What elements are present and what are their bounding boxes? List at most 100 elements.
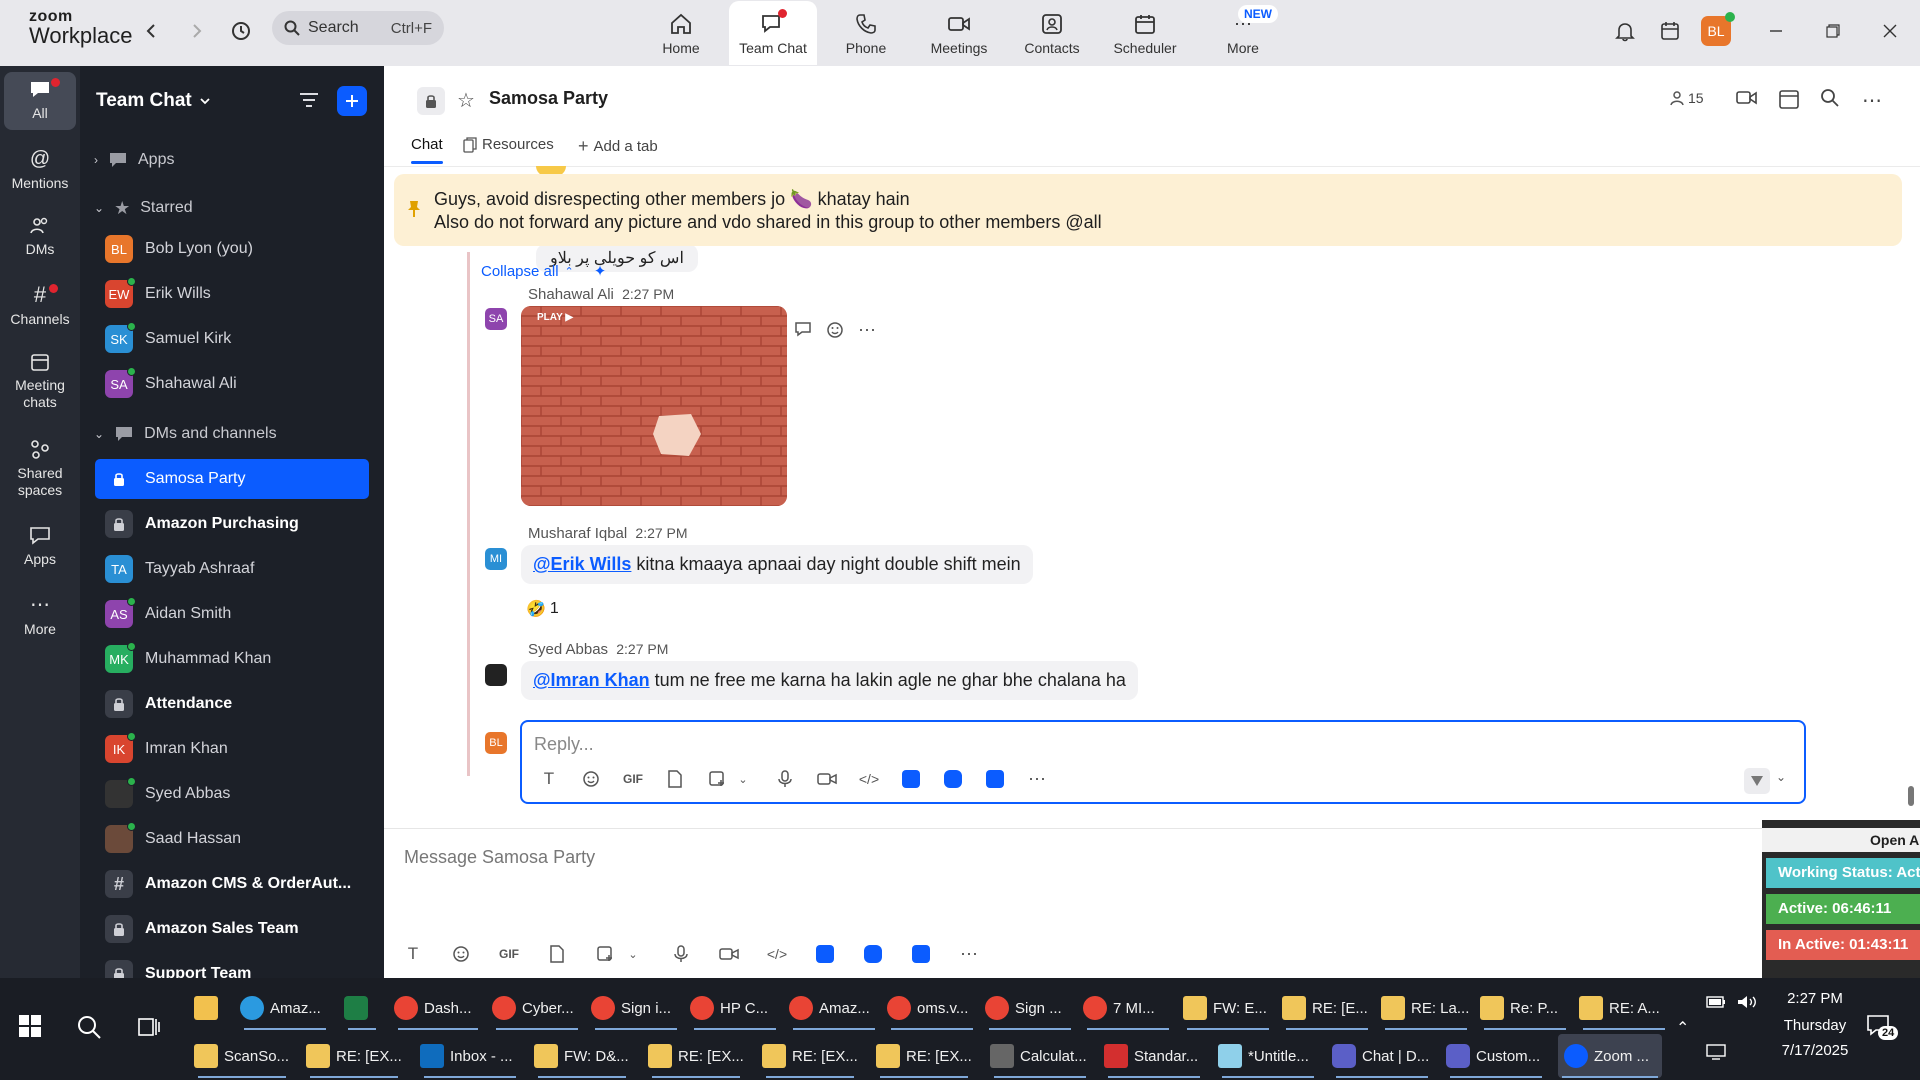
sidebar-item-erik-wills[interactable]: EW Erik Wills xyxy=(95,274,369,314)
app-icon-3[interactable] xyxy=(984,768,1006,790)
taskbar-mail-11[interactable]: RE: [EX... xyxy=(876,1034,972,1078)
taskbar-chrome-2[interactable]: Cyber... xyxy=(492,986,582,1030)
calendar-icon[interactable] xyxy=(1778,88,1800,110)
video-message-icon[interactable] xyxy=(816,768,838,790)
windows-start-icon[interactable] xyxy=(18,1014,42,1038)
sidebar-item-attendance[interactable]: Attendance xyxy=(95,684,369,724)
sidebar-item-syed-abbas[interactable]: Syed Abbas xyxy=(95,774,369,814)
scrollbar[interactable] xyxy=(1908,786,1914,806)
pinned-message[interactable]: Guys, avoid disrespecting other members … xyxy=(394,174,1902,246)
taskbar-mail-3[interactable]: RE: La... xyxy=(1381,986,1471,1030)
reply-thread-icon[interactable] xyxy=(794,320,814,341)
app-icon-1[interactable] xyxy=(814,943,836,965)
tab-home[interactable]: Home xyxy=(637,1,725,65)
mention-link[interactable]: @Imran Khan xyxy=(533,670,650,690)
text-format-icon[interactable]: T xyxy=(538,768,560,790)
app-icon-2[interactable] xyxy=(942,768,964,790)
reaction-chip[interactable]: 🤣 1 xyxy=(526,599,559,619)
section-apps[interactable]: › Apps xyxy=(94,148,174,172)
app-icon-3[interactable] xyxy=(910,943,932,965)
sidebar-item-amazon-sales-team[interactable]: Amazon Sales Team xyxy=(95,909,369,949)
chevron-up-icon[interactable]: ⌃ xyxy=(1676,1018,1689,1038)
tab-add[interactable]: + Add a tab xyxy=(578,136,658,157)
sidebar-item-samosa-party[interactable]: Samosa Party xyxy=(95,459,369,499)
more-options-icon[interactable]: ⋯ xyxy=(858,320,876,341)
rail-mentions[interactable]: @ Mentions xyxy=(4,148,76,192)
filter-icon[interactable] xyxy=(298,90,320,110)
taskbar-excel[interactable] xyxy=(344,986,380,1030)
sidebar-item-imran-khan[interactable]: IK Imran Khan xyxy=(95,729,369,769)
taskbar-zoom[interactable]: Zoom ... xyxy=(1558,1034,1662,1078)
microphone-icon[interactable] xyxy=(774,768,796,790)
chevron-down-icon[interactable]: ⌄ xyxy=(1776,770,1786,784)
tab-resources[interactable]: Resources xyxy=(463,136,554,153)
star-outline-icon[interactable]: ☆ xyxy=(457,88,475,113)
message-composer[interactable]: Message Samosa Party T GIF ⌄ </> ⋯ xyxy=(384,828,1920,978)
tab-meetings[interactable]: Meetings xyxy=(915,1,1003,65)
minimize-icon[interactable] xyxy=(1761,16,1791,46)
notification-center-icon[interactable]: 24 xyxy=(1866,1014,1899,1040)
rail-more[interactable]: ⋯ More xyxy=(4,594,76,638)
app-icon-1[interactable] xyxy=(900,768,922,790)
microphone-icon[interactable] xyxy=(670,943,692,965)
history-icon[interactable] xyxy=(224,14,258,48)
new-chat-button[interactable] xyxy=(337,86,367,116)
more-options-icon[interactable]: ⋯ xyxy=(958,943,980,965)
battery-icon[interactable] xyxy=(1706,996,1726,1008)
reply-input[interactable]: Reply... T GIF ⌄ </> ⋯ ⌄ xyxy=(520,720,1806,804)
tab-chat[interactable]: Chat xyxy=(411,136,443,164)
file-icon[interactable] xyxy=(546,943,568,965)
open-app-button[interactable]: Open A xyxy=(1762,828,1920,852)
taskbar-chrome-7[interactable]: Sign ... xyxy=(985,986,1075,1030)
rail-channels[interactable]: # Channels xyxy=(4,284,76,328)
emoji-icon[interactable] xyxy=(580,768,602,790)
collapse-all-link[interactable]: Collapse all ⌃ ✦ xyxy=(481,262,606,281)
profile-avatar[interactable]: BL xyxy=(1699,12,1735,48)
code-icon[interactable]: </> xyxy=(766,943,788,965)
sidebar-item-aidan-smith[interactable]: AS Aidan Smith xyxy=(95,594,369,634)
sidebar-item-bob-lyon[interactable]: BL Bob Lyon (you) xyxy=(95,229,369,269)
taskbar-clock[interactable]: 2:27 PM Thursday 7/17/2025 xyxy=(1770,990,1860,1059)
close-icon[interactable] xyxy=(1875,16,1905,46)
video-message-icon[interactable] xyxy=(718,943,740,965)
network-icon[interactable] xyxy=(1706,1044,1728,1060)
more-options-icon[interactable]: ⋯ xyxy=(1026,768,1048,790)
chevron-down-icon[interactable]: ⌄ xyxy=(622,943,644,965)
tab-phone[interactable]: Phone xyxy=(822,1,910,65)
forward-arrow-icon[interactable] xyxy=(179,14,213,48)
rail-apps[interactable]: Apps xyxy=(4,526,76,568)
sidebar-item-tayyab-ashraaf[interactable]: TA Tayyab Ashraaf xyxy=(95,549,369,589)
taskbar-chrome-3[interactable]: Sign i... xyxy=(591,986,681,1030)
search-input[interactable]: Search Ctrl+F xyxy=(272,11,444,45)
taskbar-mail-6[interactable]: ScanSo... xyxy=(194,1034,290,1078)
chevron-down-icon[interactable]: ⌄ xyxy=(732,768,754,790)
taskbar-mail-8[interactable]: FW: D&... xyxy=(534,1034,630,1078)
taskbar-chrome-8[interactable]: 7 MI... xyxy=(1083,986,1173,1030)
sidebar-item-support-team[interactable]: Support Team xyxy=(95,954,369,978)
taskbar-mail-4[interactable]: Re: P... xyxy=(1480,986,1570,1030)
rail-dms[interactable]: DMs xyxy=(4,216,76,258)
volume-icon[interactable] xyxy=(1736,994,1758,1010)
task-view-icon[interactable] xyxy=(137,1016,161,1038)
taskbar-pdf[interactable]: Standar... xyxy=(1104,1034,1204,1078)
app-icon-2[interactable] xyxy=(862,943,884,965)
taskbar-outlook[interactable]: Inbox - ... xyxy=(420,1034,520,1078)
taskbar-teams-2[interactable]: Custom... xyxy=(1446,1034,1546,1078)
restore-icon[interactable] xyxy=(1818,16,1848,46)
code-icon[interactable]: </> xyxy=(858,768,880,790)
search-icon[interactable] xyxy=(1820,88,1840,108)
screenshot-icon[interactable] xyxy=(706,768,728,790)
screenshot-icon[interactable] xyxy=(594,943,616,965)
taskbar-mail-7[interactable]: RE: [EX... xyxy=(306,1034,402,1078)
taskbar-calculator[interactable]: Calculat... xyxy=(990,1034,1090,1078)
taskbar-edge[interactable]: Amaz... xyxy=(240,986,330,1030)
tab-contacts[interactable]: Contacts xyxy=(1008,1,1096,65)
sidebar-title[interactable]: Team Chat xyxy=(96,90,212,112)
gif-icon[interactable]: GIF xyxy=(622,768,644,790)
bell-icon[interactable] xyxy=(1608,14,1642,48)
taskbar-chrome-4[interactable]: HP C... xyxy=(690,986,780,1030)
video-call-icon[interactable] xyxy=(1735,88,1759,108)
sidebar-item-samuel-kirk[interactable]: SK Samuel Kirk xyxy=(95,319,369,359)
back-arrow-icon[interactable] xyxy=(135,14,169,48)
taskbar-mail-1[interactable]: FW: E... xyxy=(1183,986,1273,1030)
